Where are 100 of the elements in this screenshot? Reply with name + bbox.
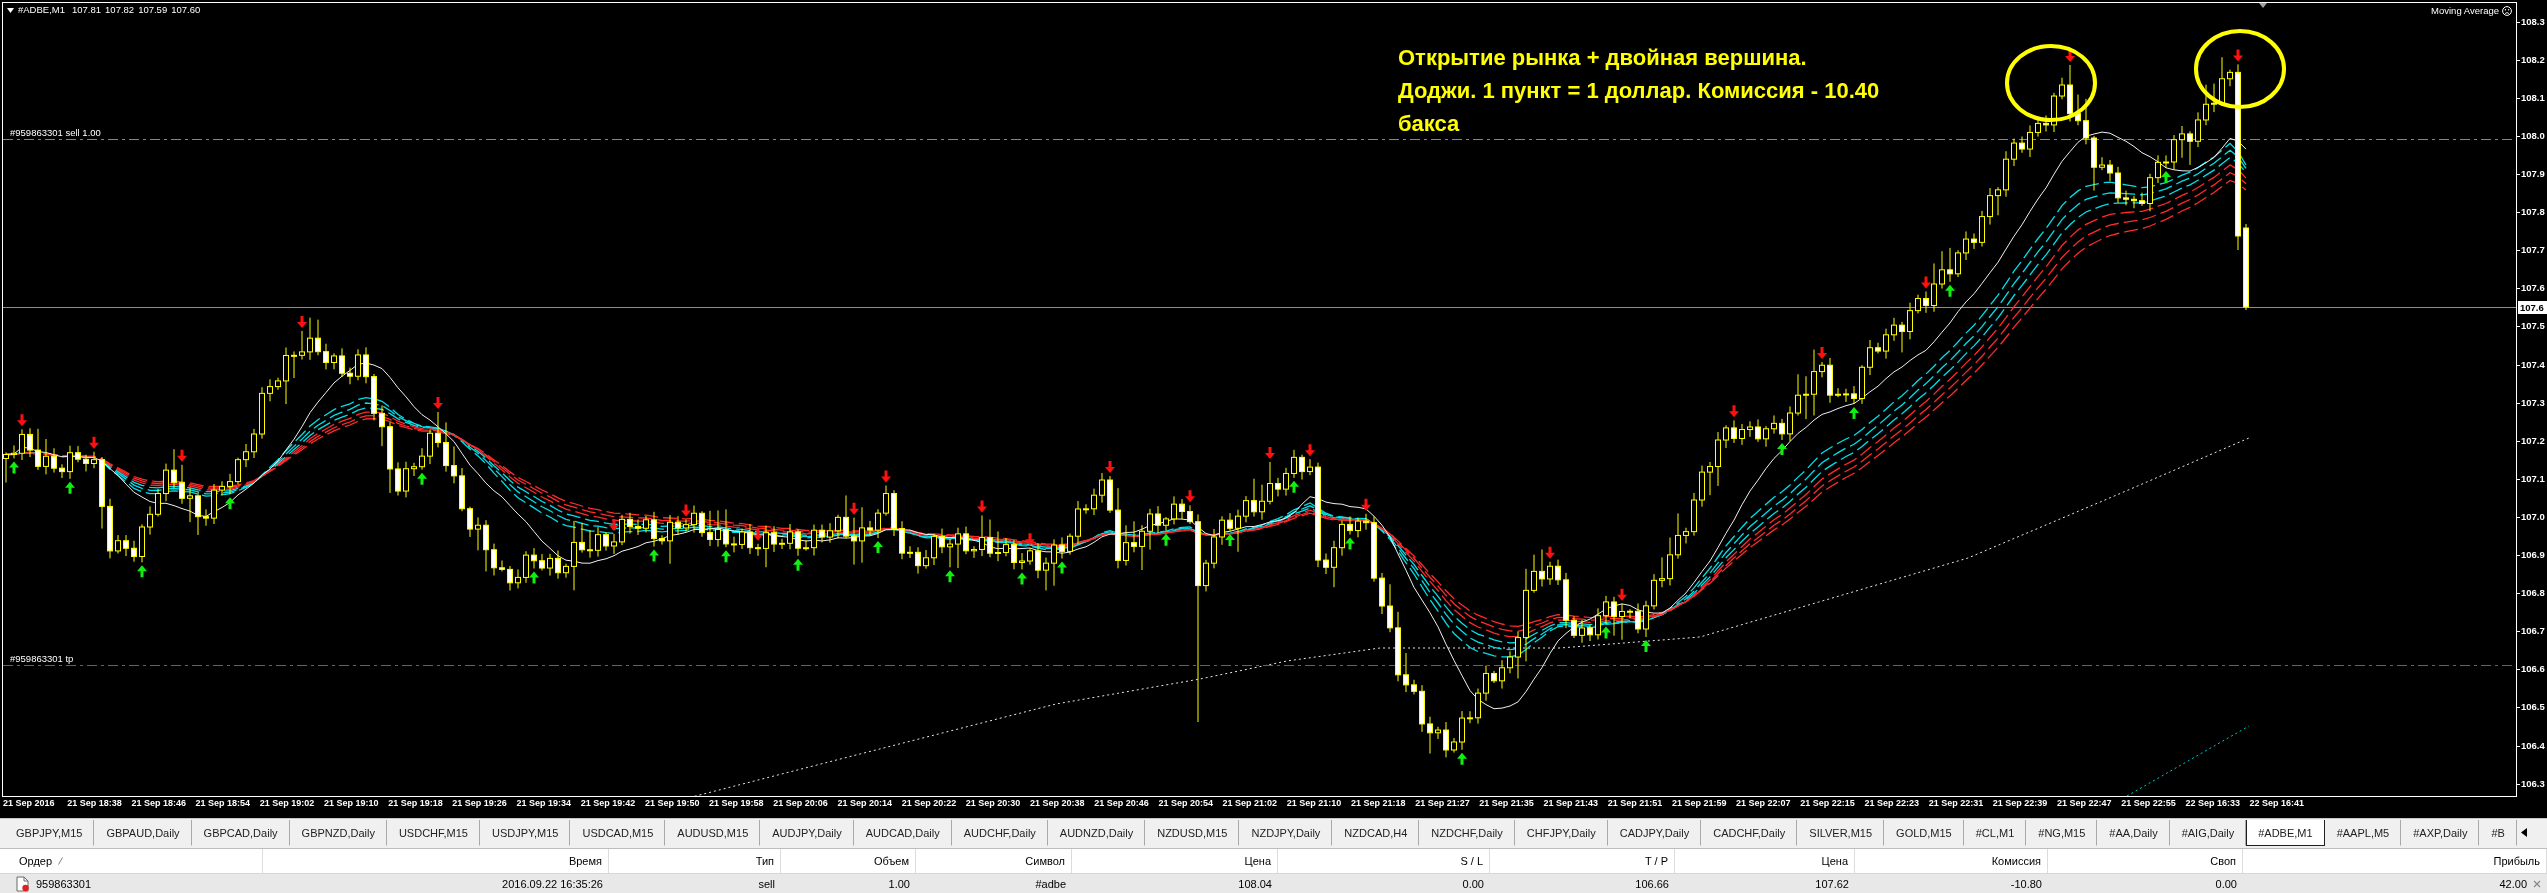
time-label: 21 Sep 19:34 xyxy=(516,797,573,810)
time-label: 21 Sep 18:54 xyxy=(195,797,252,810)
caret-icon[interactable] xyxy=(7,7,14,13)
symbol-tab[interactable]: #AAPL,M5 xyxy=(2324,820,2402,846)
table-cell: -10.80 xyxy=(2010,877,2042,890)
symbol-tab[interactable]: CADJPY,Daily xyxy=(1607,820,1702,846)
price-label: 108.0 xyxy=(2521,129,2545,142)
up-arrow-icon xyxy=(1289,480,1299,493)
time-label: 21 Sep 21:51 xyxy=(1607,797,1664,810)
down-arrow-icon xyxy=(849,502,859,515)
price-label: 107.3 xyxy=(2521,396,2545,409)
up-arrow-icon xyxy=(1601,626,1611,639)
symbol-tab[interactable]: AUDNZD,Daily xyxy=(1047,820,1146,846)
column-header[interactable]: Тип xyxy=(755,855,774,867)
symbol-tab[interactable]: USDJPY,M15 xyxy=(480,820,571,846)
up-arrow-icon xyxy=(1945,284,1955,297)
symbol-tab[interactable]: AUDJPY,Daily xyxy=(760,820,854,846)
table-cell: #adbe xyxy=(1035,877,1066,890)
column-header[interactable]: Ордер xyxy=(19,855,53,867)
symbol-tab[interactable]: CHFJPY,Daily xyxy=(1514,820,1608,846)
table-cell: 108.04 xyxy=(1238,877,1272,890)
column-header[interactable]: T / P xyxy=(1644,855,1668,867)
table-cell: 1.00 xyxy=(888,877,910,890)
down-arrow-icon xyxy=(977,500,987,513)
left-arrow-icon[interactable] xyxy=(2520,828,2527,837)
down-arrow-icon xyxy=(1265,446,1275,459)
symbol-tab[interactable]: GBPAUD,Daily xyxy=(94,820,192,846)
symbol-tab[interactable]: GBPJPY,M15 xyxy=(4,820,95,846)
up-arrow-icon xyxy=(1777,442,1787,455)
column-header[interactable]: Комиссия xyxy=(1991,855,2041,867)
time-label: 21 Sep 20:22 xyxy=(901,797,958,810)
sort-icon[interactable] xyxy=(58,857,64,865)
symbol-tab[interactable]: NZDJPY,Daily xyxy=(1239,820,1333,846)
shift-marker-icon[interactable] xyxy=(2259,3,2267,8)
symbol-tab[interactable]: USDCAD,M15 xyxy=(570,820,666,846)
table-cell: 959863301 xyxy=(36,877,92,890)
ohlc-value: 107.60 xyxy=(171,4,201,16)
time-label: 21 Sep 21:35 xyxy=(1479,797,1535,810)
symbol-tab[interactable]: SILVER,M15 xyxy=(1797,820,1885,846)
ohlc-value: 107.59 xyxy=(138,4,168,16)
down-arrow-icon xyxy=(297,315,307,328)
time-label: 21 Sep 19:26 xyxy=(452,797,508,810)
current-price-label: 107.6 xyxy=(2518,301,2547,314)
time-label: 21 Sep 22:23 xyxy=(1864,797,1920,810)
symbol-tab[interactable]: #ADBE,M1 xyxy=(2246,820,2325,846)
column-header[interactable]: Объем xyxy=(873,855,909,867)
symbol-tab[interactable]: NZDCAD,H4 xyxy=(1332,820,1420,846)
symbol-tab[interactable]: #AXP,Daily xyxy=(2401,820,2480,846)
order-document-icon xyxy=(16,875,30,892)
table-cell: 107.62 xyxy=(1815,877,1849,890)
symbol-tab[interactable]: GBPNZD,Daily xyxy=(289,820,387,846)
table-cell: 106.66 xyxy=(1635,877,1669,890)
time-label: 21 Sep 20:38 xyxy=(1030,797,1086,810)
time-label: 21 Sep 20:14 xyxy=(837,797,893,810)
time-label: 21 Sep 20:06 xyxy=(773,797,829,810)
symbol-tab[interactable]: #B xyxy=(2479,820,2517,846)
time-label: 21 Sep 18:38 xyxy=(67,797,123,810)
price-label: 106.4 xyxy=(2521,739,2545,752)
price-label: 106.6 xyxy=(2521,663,2545,676)
column-header[interactable]: Символ xyxy=(1025,855,1065,867)
column-header[interactable]: Цена xyxy=(1244,855,1271,867)
price-label: 107.1 xyxy=(2521,472,2545,485)
up-arrow-icon xyxy=(9,461,19,474)
price-label: 107.6 xyxy=(2521,282,2545,295)
symbol-tab[interactable]: AUDCHF,Daily xyxy=(951,820,1048,846)
time-label: 21 Sep 2016 xyxy=(3,797,56,810)
price-label: 106.8 xyxy=(2521,587,2545,600)
symbol-tab[interactable]: #AA,Daily xyxy=(2097,820,2170,846)
price-label: 107.2 xyxy=(2521,434,2545,447)
up-arrow-icon xyxy=(1161,533,1171,546)
time-label: 21 Sep 21:43 xyxy=(1543,797,1600,810)
symbol-tab[interactable]: GOLD,M15 xyxy=(1884,820,1964,846)
up-arrow-icon xyxy=(225,497,235,510)
column-header[interactable]: Прибыль xyxy=(2493,855,2540,867)
table-row[interactable]: 959863301 2016.09.22 16:35:26 sell 1.00 #adbe 108.04 0.00 106.66 107.62 -10.80 0.00 42.00 xyxy=(0,873,2547,893)
symbol-tab[interactable]: #NG,M15 xyxy=(2026,820,2098,846)
down-arrow-icon xyxy=(17,414,27,427)
symbol-tab[interactable]: AUDCAD,Daily xyxy=(853,820,952,846)
time-label: 21 Sep 21:02 xyxy=(1222,797,1279,810)
symbol-tab[interactable]: NZDCHF,Daily xyxy=(1419,820,1515,846)
up-arrow-icon xyxy=(873,540,883,553)
column-header[interactable]: S / L xyxy=(1460,855,1483,867)
up-arrow-icon xyxy=(793,558,803,571)
down-arrow-icon xyxy=(1025,533,1035,546)
symbol-tab[interactable]: AUDUSD,M15 xyxy=(665,820,761,846)
symbol-tab[interactable]: GBPCAD,Daily xyxy=(191,820,290,846)
price-label: 108.2 xyxy=(2521,53,2545,66)
up-arrow-icon xyxy=(945,570,955,583)
close-icon[interactable] xyxy=(2533,879,2541,888)
symbol-tab[interactable]: USDCHF,M15 xyxy=(386,820,480,846)
time-label: 21 Sep 18:46 xyxy=(131,797,187,810)
column-header[interactable]: Цена xyxy=(1821,855,1848,867)
time-label: 21 Sep 19:18 xyxy=(388,797,444,810)
up-arrow-icon xyxy=(137,565,147,578)
symbol-tab[interactable]: CADCHF,Daily xyxy=(1701,820,1798,846)
down-arrow-icon xyxy=(1729,405,1739,418)
column-header[interactable]: Время xyxy=(568,855,602,867)
symbol-tab[interactable]: #CL,M1 xyxy=(1963,820,2027,846)
column-header[interactable]: Своп xyxy=(2210,855,2236,867)
symbol-tab[interactable]: NZDUSD,M15 xyxy=(1145,820,1240,846)
